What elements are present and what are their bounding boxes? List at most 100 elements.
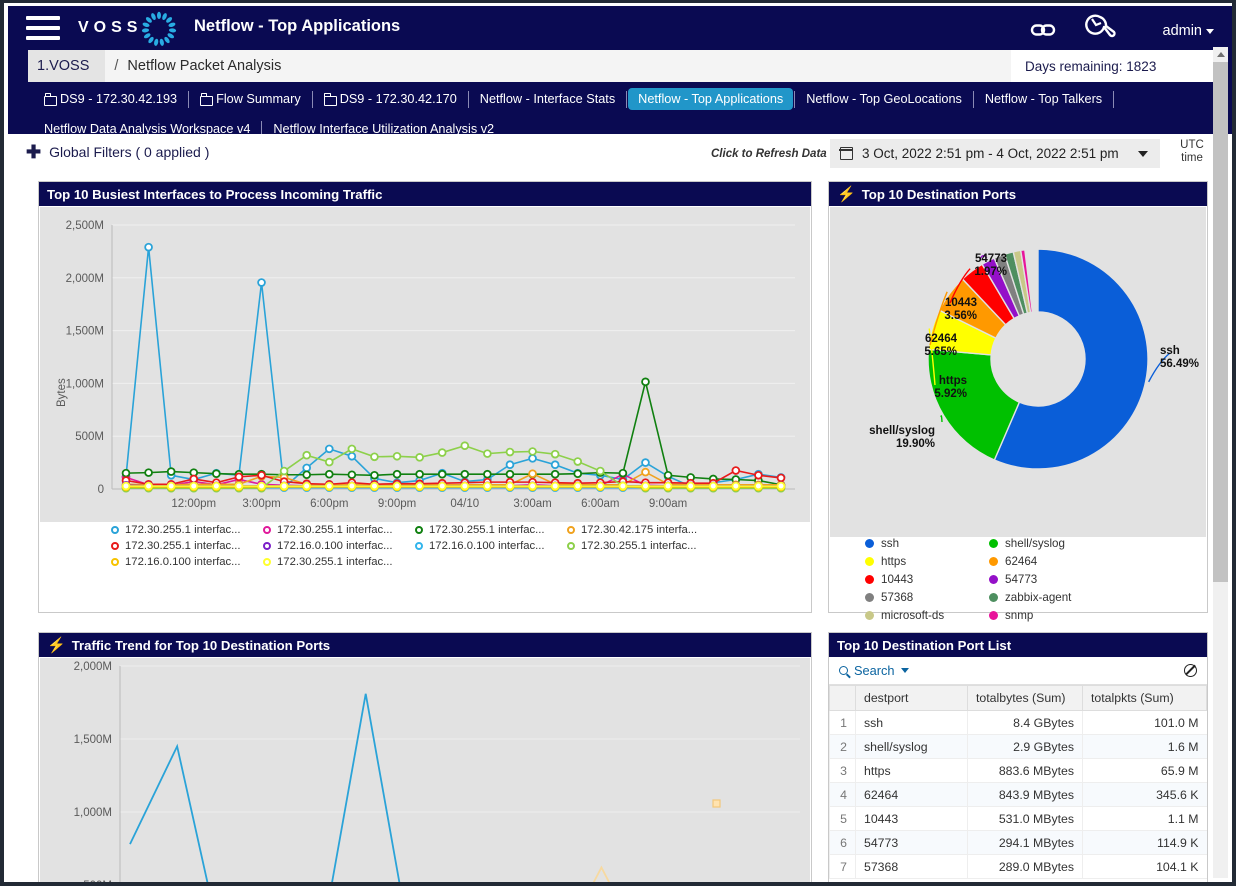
svg-text:1,000M: 1,000M xyxy=(66,378,104,390)
legend-item[interactable]: 172.30.255.1 interfac... xyxy=(263,524,415,536)
legend-item[interactable]: 172.16.0.100 interfac... xyxy=(415,540,567,552)
cell-totalpkts: 1.1 M xyxy=(1083,807,1207,831)
legend-color-swatch xyxy=(111,542,119,550)
divider xyxy=(188,91,189,108)
tab-ds9-172-30-42-170[interactable]: DS9 - 172.30.42.170 xyxy=(314,88,467,110)
legend-color-swatch xyxy=(263,526,271,534)
search-icon xyxy=(839,666,848,675)
tab-label: Netflow - Top Talkers xyxy=(985,92,1102,106)
panel-traffic-trend: ⚡ Traffic Trend for Top 10 Destination P… xyxy=(38,632,812,885)
legend-label: 172.30.255.1 interfac... xyxy=(429,524,545,536)
legend-item[interactable]: snmp xyxy=(989,609,1113,622)
column-header-destport[interactable]: destport xyxy=(856,686,968,711)
cell-index: 6 xyxy=(830,831,856,855)
legend-item[interactable]: 172.30.255.1 interfac... xyxy=(567,540,719,552)
clear-filter-icon[interactable] xyxy=(1184,664,1197,677)
tab-netflow-top-geolocations[interactable]: Netflow - Top GeoLocations xyxy=(796,88,972,110)
cell-index: 5 xyxy=(830,807,856,831)
legend-label: snmp xyxy=(1005,609,1033,622)
column-header-totalpkts[interactable]: totalpkts (Sum) xyxy=(1083,686,1207,711)
cell-totalbytes: 289.0 MBytes xyxy=(968,855,1083,879)
hamburger-icon[interactable] xyxy=(26,16,60,44)
legend-item[interactable]: microsoft-ds xyxy=(865,609,989,622)
legend-color-swatch xyxy=(989,575,998,584)
tab-netflow-interface-stats[interactable]: Netflow - Interface Stats xyxy=(470,88,625,110)
table-row[interactable]: 1ssh8.4 GBytes101.0 M xyxy=(830,711,1207,735)
legend-label: 172.30.255.1 interfac... xyxy=(277,556,393,568)
legend-item[interactable]: 172.30.255.1 interfac... xyxy=(415,524,567,536)
top-navigation-bar: VOSS xyxy=(8,6,1236,134)
column-header-index[interactable] xyxy=(830,686,856,711)
panel-title-traffic-trend: ⚡ Traffic Trend for Top 10 Destination P… xyxy=(39,633,811,657)
legend-color-swatch xyxy=(111,558,119,566)
callout-percent: 3.56% xyxy=(882,310,977,323)
legend-item[interactable]: 172.30.42.175 interfa... xyxy=(567,524,719,536)
callout-percent: 56.49% xyxy=(1160,358,1199,371)
legend-item[interactable]: 54773 xyxy=(989,573,1113,586)
svg-text:3:00pm: 3:00pm xyxy=(242,498,280,510)
wrench-icon[interactable] xyxy=(1078,11,1116,49)
svg-text:04/10: 04/10 xyxy=(450,498,479,510)
tab-flow-summary[interactable]: Flow Summary xyxy=(190,88,311,110)
table-row[interactable]: 462464843.9 MBytes345.6 K xyxy=(830,783,1207,807)
svg-text:6:00pm: 6:00pm xyxy=(310,498,348,510)
cell-destport: 10443 xyxy=(856,807,968,831)
table-row[interactable]: 2shell/syslog2.9 GBytes1.6 M xyxy=(830,735,1207,759)
refresh-data-button[interactable]: Click to Refresh Data xyxy=(711,148,827,160)
tab-netflow-top-talkers[interactable]: Netflow - Top Talkers xyxy=(975,88,1112,110)
chevron-down-icon xyxy=(1206,29,1214,34)
legend-item[interactable]: 172.30.255.1 interfac... xyxy=(111,540,263,552)
legend-label: 57368 xyxy=(881,591,913,604)
tab-ds9-172-30-42-193[interactable]: DS9 - 172.30.42.193 xyxy=(34,88,187,110)
breadcrumb-root[interactable]: 1.VOSS xyxy=(28,50,105,82)
panel-title-text: Top 10 Destination Ports xyxy=(862,187,1016,202)
breadcrumb-separator: / xyxy=(105,58,127,74)
cell-totalbytes: 531.0 MBytes xyxy=(968,807,1083,831)
global-filters-button[interactable]: ✚ Global Filters ( 0 applied ) xyxy=(26,144,209,160)
tab-label: Netflow - Top Applications xyxy=(638,92,783,106)
legend-color-swatch xyxy=(567,526,575,534)
date-range-selector[interactable]: 3 Oct, 2022 2:51 pm - 4 Oct, 2022 2:51 p… xyxy=(830,139,1160,168)
legend-item[interactable]: 10443 xyxy=(865,573,989,586)
legend-label: 62464 xyxy=(1005,555,1037,568)
cell-totalpkts: 114.9 K xyxy=(1083,831,1207,855)
table-row[interactable]: 510443531.0 MBytes1.1 M xyxy=(830,807,1207,831)
trend-chart-plot[interactable]: 500M1,000M1,500M2,000M xyxy=(40,658,810,884)
cell-totalpkts: 104.1 K xyxy=(1083,855,1207,879)
legend-item[interactable]: 57368 xyxy=(865,591,989,604)
voss-logo-icon xyxy=(140,10,178,48)
legend-item[interactable]: 172.30.255.1 interfac... xyxy=(263,556,415,568)
tab-netflow-top-applications[interactable]: Netflow - Top Applications xyxy=(628,88,793,110)
legend-item[interactable]: 172.30.255.1 interfac... xyxy=(111,524,263,536)
link-icon[interactable] xyxy=(1027,15,1061,45)
calendar-icon xyxy=(840,147,853,160)
donut-chart-plot[interactable]: ssh56.49%shell/syslog19.90%https5.92%624… xyxy=(830,207,1206,537)
trend-chart-svg: 500M1,000M1,500M2,000M xyxy=(40,658,810,884)
legend-item[interactable]: 172.16.0.100 interfac... xyxy=(263,540,415,552)
legend-item[interactable]: 62464 xyxy=(989,555,1113,568)
search-button[interactable]: Search xyxy=(839,663,909,678)
panel-title-top-destination-ports: ⚡ Top 10 Destination Ports xyxy=(829,182,1207,206)
cell-index: 3 xyxy=(830,759,856,783)
filter-toolbar: ✚ Global Filters ( 0 applied ) Click to … xyxy=(8,134,1221,176)
tab-label: DS9 - 172.30.42.170 xyxy=(340,92,457,106)
table-row[interactable]: 757368289.0 MBytes104.1 K xyxy=(830,855,1207,879)
legend-item[interactable]: zabbix-agent xyxy=(989,591,1113,604)
user-menu[interactable]: admin xyxy=(1163,23,1215,39)
legend-item[interactable]: ssh xyxy=(865,537,989,550)
panel-title-destination-port-list: Top 10 Destination Port List xyxy=(829,633,1207,657)
cell-totalbytes: 2.9 GBytes xyxy=(968,735,1083,759)
legend-item[interactable]: https xyxy=(865,555,989,568)
line-chart-plot[interactable]: 0500M1,000M1,500M2,000M2,500M12:00pm3:00… xyxy=(40,207,810,522)
table-row[interactable]: 654773294.1 MBytes114.9 K xyxy=(830,831,1207,855)
table-row[interactable]: 3https883.6 MBytes65.9 M xyxy=(830,759,1207,783)
timezone-line-1: UTC xyxy=(1174,139,1210,152)
scroll-up-icon[interactable] xyxy=(1213,47,1228,62)
legend-item[interactable]: 172.16.0.100 interfac... xyxy=(111,556,263,568)
legend-item[interactable]: shell/syslog xyxy=(989,537,1113,550)
chevron-down-icon xyxy=(901,668,909,673)
scrollbar-thumb[interactable] xyxy=(1213,62,1228,582)
vertical-scrollbar[interactable] xyxy=(1213,47,1228,878)
column-header-totalbytes[interactable]: totalbytes (Sum) xyxy=(968,686,1083,711)
table-header-row: destport totalbytes (Sum) totalpkts (Sum… xyxy=(830,686,1207,711)
